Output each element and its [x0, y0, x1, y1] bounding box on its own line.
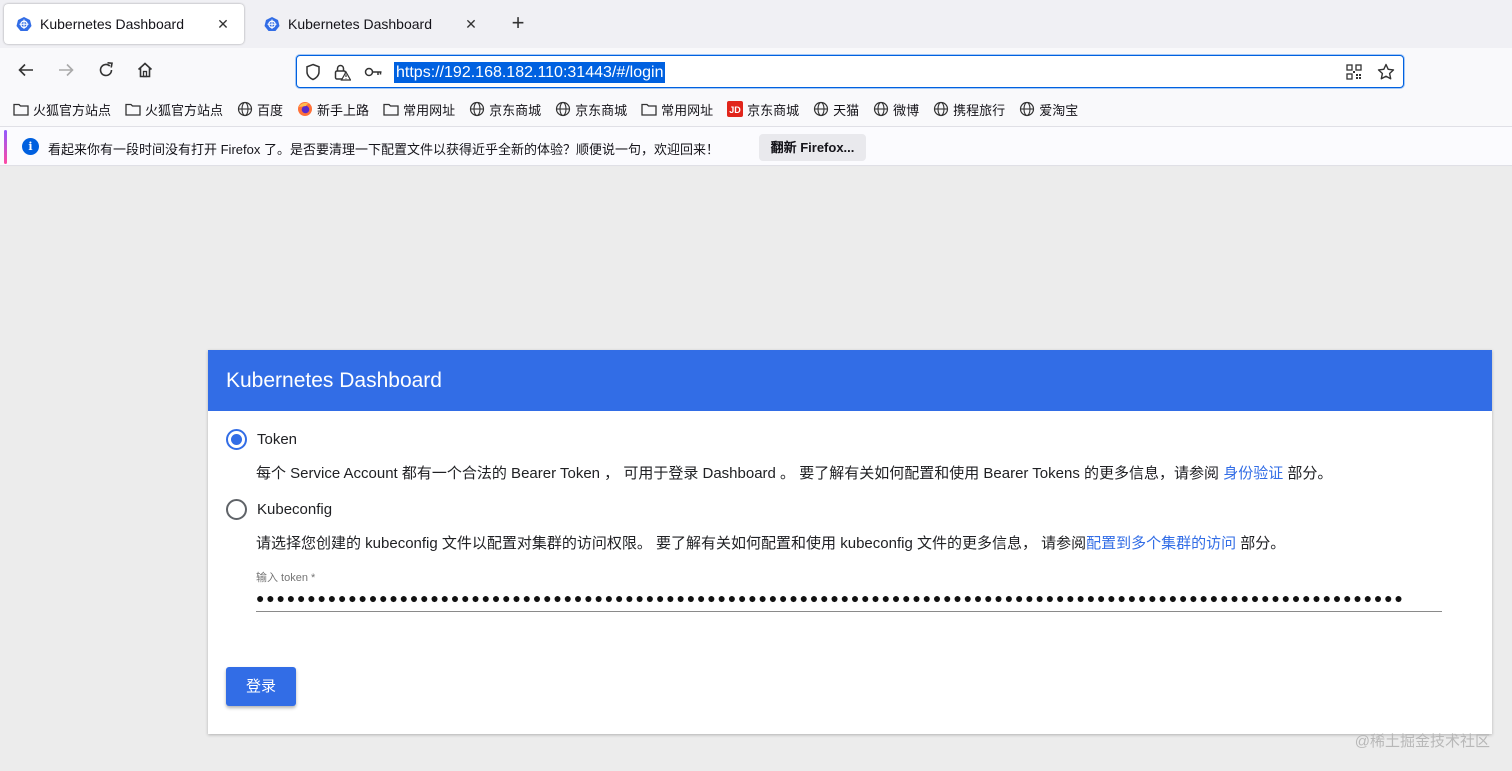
kubeconfig-option[interactable]: Kubeconfig [226, 499, 332, 520]
navigation-toolbar: https://192.168.182.110:31443/#/login [0, 48, 1512, 92]
bookmark-label: 常用网址 [403, 102, 456, 118]
globe-icon [1019, 101, 1035, 117]
bookmark-item[interactable]: 新手上路 [294, 97, 372, 121]
bookmark-item[interactable]: 京东商城 [466, 97, 544, 121]
qr-code-icon[interactable] [1344, 62, 1364, 82]
tab-kubernetes-dashboard[interactable]: Kubernetes Dashboard ✕ [252, 4, 492, 44]
login-card: Kubernetes Dashboard Token 每个 Service Ac… [208, 350, 1492, 734]
bookmark-item[interactable]: JD 京东商城 [724, 97, 802, 121]
tab-title: Kubernetes Dashboard [288, 16, 432, 32]
kubeconfig-description: 请选择您创建的 kubeconfig 文件以配置对集群的访问权限。 要了解有关如… [256, 532, 1285, 553]
info-icon: i [22, 138, 39, 155]
globe-icon [555, 101, 571, 117]
token-option[interactable]: Token [226, 429, 297, 450]
lock-warning-icon[interactable] [332, 62, 352, 82]
folder-icon [125, 101, 141, 117]
token-description: 每个 Service Account 都有一个合法的 Bearer Token … [256, 462, 1332, 483]
bookmark-item[interactable]: 微博 [870, 97, 922, 121]
bookmark-label: 京东商城 [747, 102, 800, 118]
tab-title: Kubernetes Dashboard [40, 16, 184, 32]
bookmark-label: 微博 [893, 102, 920, 118]
bookmark-item[interactable]: 百度 [234, 97, 286, 121]
bookmark-item[interactable]: 火狐官方站点 [122, 97, 226, 121]
watermark: @稀土掘金技术社区 [1354, 733, 1490, 750]
tab-kubernetes-dashboard-active[interactable]: Kubernetes Dashboard ✕ [4, 4, 244, 44]
globe-icon [873, 101, 889, 117]
token-radio[interactable] [226, 429, 247, 450]
kubernetes-icon [16, 16, 32, 32]
multi-cluster-access-link[interactable]: 配置到多个集群的访问 [1086, 535, 1236, 552]
token-description-text: 每个 Service Account 都有一个合法的 Bearer Token … [256, 465, 1224, 482]
shield-icon[interactable] [303, 62, 323, 82]
kubeconfig-description-suffix: 部分。 [1236, 535, 1286, 552]
authentication-link[interactable]: 身份验证 [1223, 465, 1283, 482]
bookmark-label: 新手上路 [317, 102, 370, 118]
bookmark-label: 京东商城 [575, 102, 628, 118]
kubeconfig-option-label: Kubeconfig [257, 501, 333, 518]
key-icon[interactable] [363, 62, 383, 82]
tab-strip: Kubernetes Dashboard ✕ Kubernetes Dashbo… [0, 0, 1512, 48]
bookmark-label: 京东商城 [489, 102, 542, 118]
forward-icon[interactable] [52, 56, 80, 84]
bookmark-item[interactable]: 携程旅行 [930, 97, 1008, 121]
bookmark-item[interactable]: 京东商城 [552, 97, 630, 121]
globe-icon [933, 101, 949, 117]
login-card-title: Kubernetes Dashboard [208, 350, 1492, 411]
svg-text:JD: JD [729, 105, 741, 115]
bookmark-label: 天猫 [833, 102, 860, 118]
bookmark-label: 常用网址 [661, 102, 714, 118]
bookmark-item[interactable]: 天猫 [810, 97, 862, 121]
notification-message: 看起来你有一段时间没有打开 Firefox 了。是否要清理一下配置文件以获得近乎… [48, 142, 719, 157]
globe-icon [237, 101, 253, 117]
bookmarks-toolbar: 火狐官方站点 火狐官方站点 百度 新手上路 常用网址 京东商城 京东商城 常用网址 JD 京东商城… [0, 92, 1512, 126]
reload-icon[interactable] [92, 56, 120, 84]
refresh-firefox-button[interactable]: 翻新 Firefox... [759, 134, 866, 161]
kubeconfig-description-text: 请选择您创建的 kubeconfig 文件以配置对集群的访问权限。 要了解有关如… [256, 535, 1087, 552]
bookmark-star-icon[interactable] [1376, 62, 1396, 82]
bookmark-label: 爱淘宝 [1039, 102, 1079, 118]
bookmark-label: 火狐官方站点 [145, 102, 224, 118]
kubernetes-icon [264, 16, 280, 32]
kubeconfig-radio[interactable] [226, 499, 247, 520]
close-tab-icon[interactable]: ✕ [214, 15, 232, 33]
token-input-label: 输入 token * [256, 572, 316, 584]
folder-icon [13, 101, 29, 117]
bookmark-item[interactable]: 常用网址 [638, 97, 716, 121]
token-input[interactable]: ●●●●●●●●●●●●●●●●●●●●●●●●●●●●●●●●●●●●●●●●… [256, 588, 1442, 612]
page-content: Kubernetes Dashboard Token 每个 Service Ac… [0, 167, 1512, 771]
globe-icon [469, 101, 485, 117]
folder-icon [641, 101, 657, 117]
notification-bar: i 看起来你有一段时间没有打开 Firefox 了。是否要清理一下配置文件以获得… [0, 126, 1512, 166]
bookmark-item[interactable]: 常用网址 [380, 97, 458, 121]
notification-accent [4, 130, 7, 164]
back-icon[interactable] [12, 56, 40, 84]
bookmark-item[interactable]: 火狐官方站点 [10, 97, 114, 121]
firefox-icon [297, 101, 313, 117]
address-bar[interactable]: https://192.168.182.110:31443/#/login [296, 55, 1404, 88]
bookmark-item[interactable]: 爱淘宝 [1016, 97, 1081, 121]
login-button[interactable]: 登录 [226, 667, 296, 706]
new-tab-button[interactable]: + [506, 12, 530, 36]
bookmark-label: 携程旅行 [953, 102, 1006, 118]
url-text[interactable]: https://192.168.182.110:31443/#/login [394, 62, 666, 83]
home-icon[interactable] [131, 56, 159, 84]
token-description-suffix: 部分。 [1283, 465, 1333, 482]
token-option-label: Token [257, 431, 298, 448]
close-tab-icon[interactable]: ✕ [462, 15, 480, 33]
bookmark-label: 火狐官方站点 [33, 102, 112, 118]
bookmark-label: 百度 [257, 102, 284, 118]
folder-icon [383, 101, 399, 117]
globe-icon [813, 101, 829, 117]
jd-icon: JD [727, 101, 744, 117]
